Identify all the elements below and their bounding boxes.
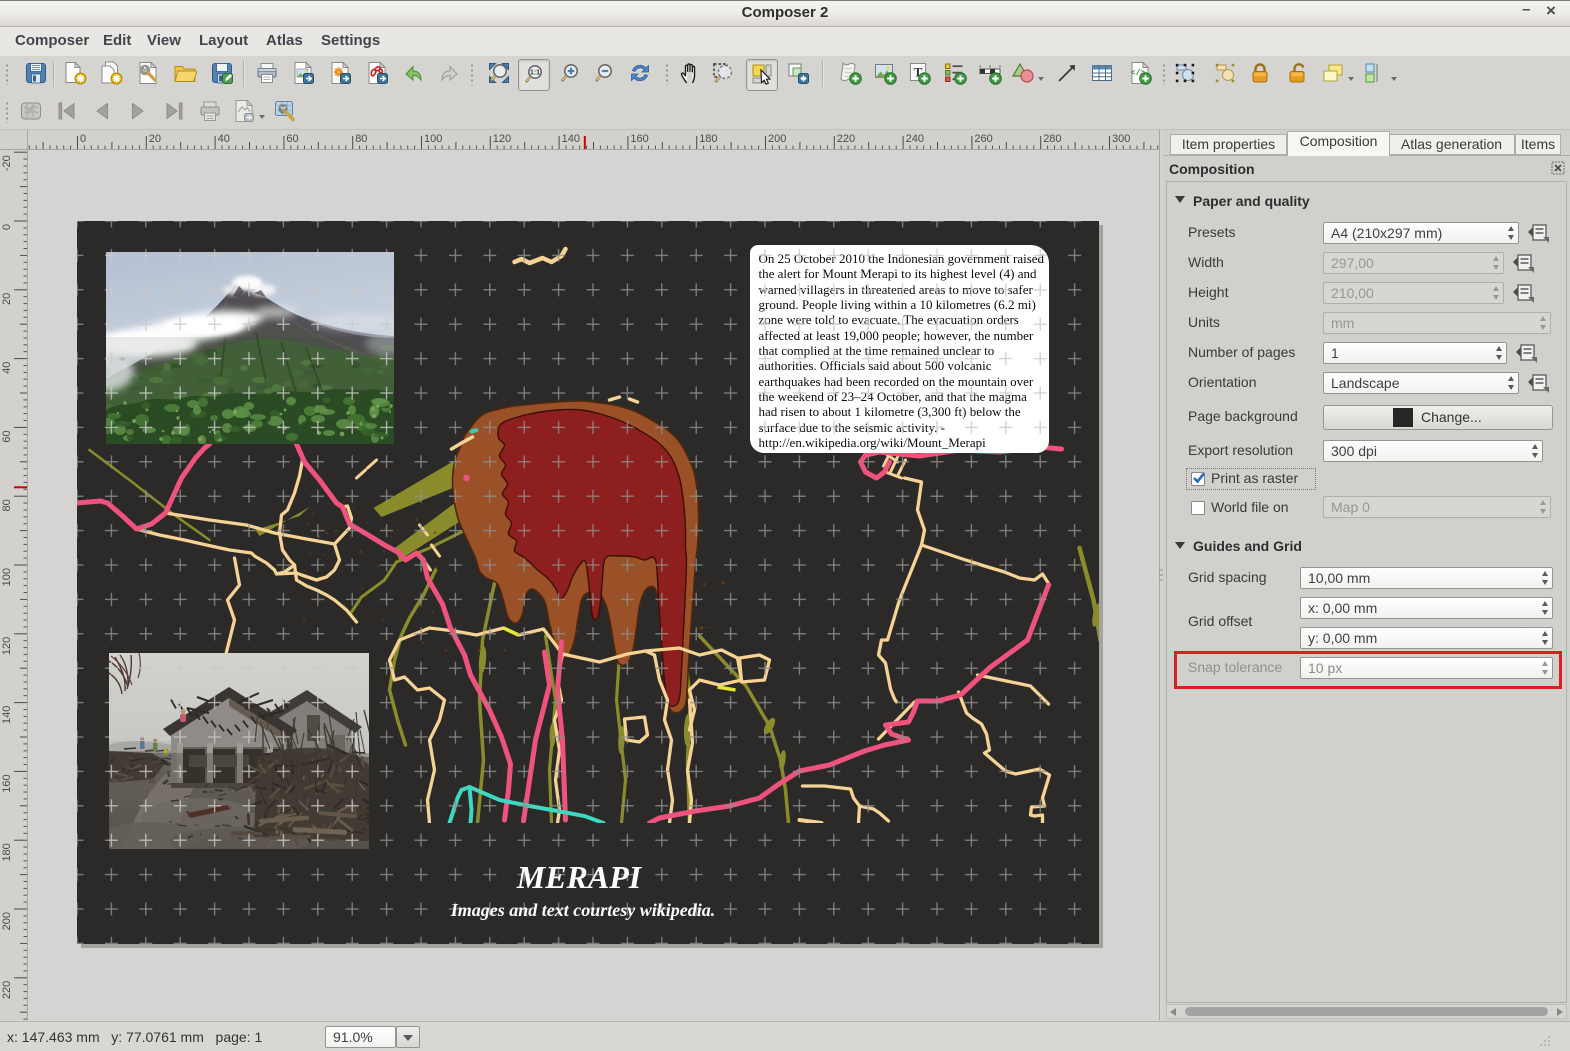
svg-text:20: 20: [1, 293, 13, 305]
svg-text:260: 260: [974, 133, 992, 145]
svg-text:0: 0: [1, 224, 13, 230]
svg-text:180: 180: [699, 133, 717, 145]
svg-text:60: 60: [1, 430, 13, 442]
svg-text:220: 220: [837, 133, 855, 145]
svg-text:-20: -20: [1, 155, 13, 171]
svg-text:1:1: 1:1: [530, 70, 540, 77]
svg-text:80: 80: [355, 133, 367, 145]
svg-text:160: 160: [630, 133, 648, 145]
svg-text:120: 120: [493, 133, 511, 145]
svg-text:40: 40: [218, 133, 230, 145]
svg-text:120: 120: [1, 637, 13, 655]
svg-text:140: 140: [562, 133, 580, 145]
svg-text:200: 200: [768, 133, 786, 145]
svg-text:0: 0: [80, 133, 86, 145]
svg-text:280: 280: [1043, 133, 1061, 145]
svg-text:140: 140: [1, 706, 13, 724]
svg-text:160: 160: [1, 774, 13, 792]
svg-text:20: 20: [149, 133, 161, 145]
svg-text:240: 240: [906, 133, 924, 145]
svg-text:80: 80: [1, 499, 13, 511]
svg-text:60: 60: [286, 133, 298, 145]
svg-text:200: 200: [1, 912, 13, 930]
svg-text:180: 180: [1, 843, 13, 861]
svg-text:100: 100: [424, 133, 442, 145]
svg-text:220: 220: [1, 981, 13, 999]
svg-text:100: 100: [1, 568, 13, 586]
svg-text:40: 40: [1, 362, 13, 374]
svg-text:300: 300: [1112, 133, 1130, 145]
